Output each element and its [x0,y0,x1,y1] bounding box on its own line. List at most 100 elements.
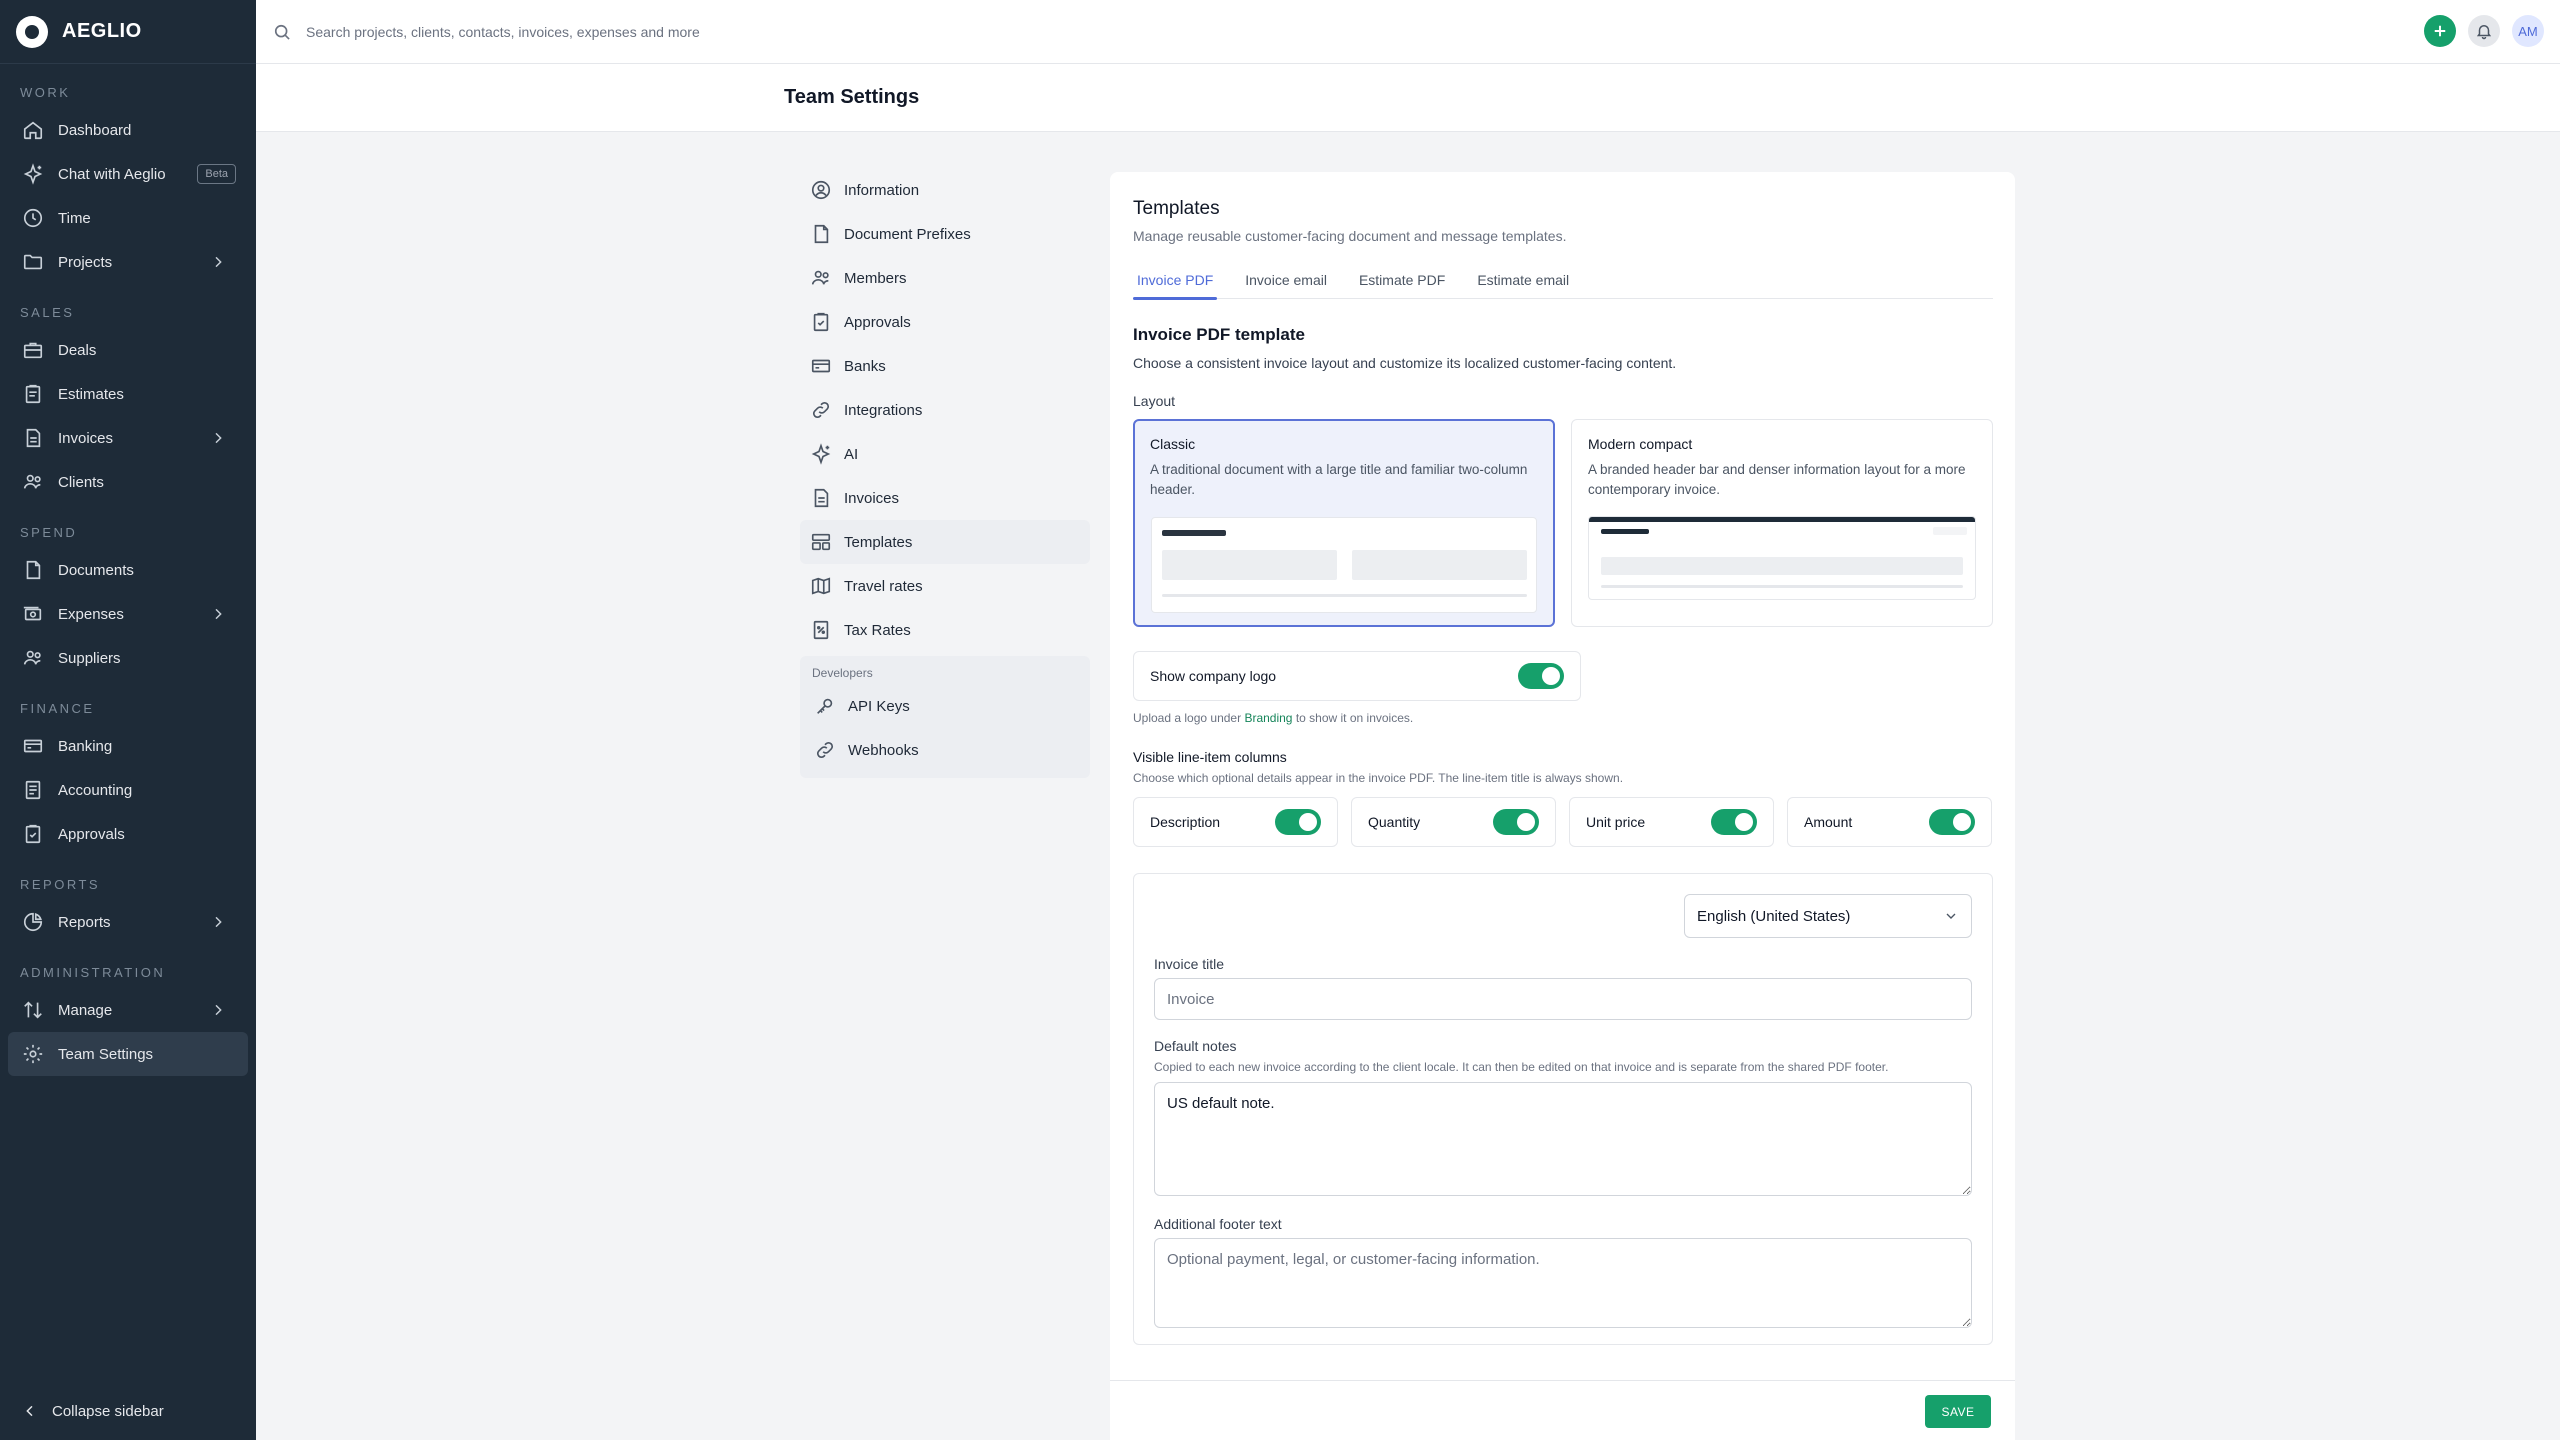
settings-item-information[interactable]: Information [800,168,1090,212]
sidebar-item-reports[interactable]: Reports [0,900,256,944]
default-notes-field: Default notes Copied to each new invoice… [1154,1038,1972,1201]
footer-text-label: Additional footer text [1154,1216,1282,1232]
search-input[interactable] [306,23,1206,40]
layout-classic-card[interactable]: Classic A traditional document with a la… [1133,419,1555,627]
show-logo-toggle[interactable] [1518,663,1564,689]
settings-item-integrations[interactable]: Integrations [800,388,1090,432]
chevron-right-icon[interactable] [210,606,226,622]
chevron-right-icon[interactable] [210,430,226,446]
classic-preview [1151,517,1537,613]
column-label: Amount [1804,814,1853,830]
topbar: AM [256,0,2560,64]
sidebar-item-team-settings[interactable]: Team Settings [8,1032,248,1076]
settings-item-templates[interactable]: Templates [800,520,1090,564]
layout-classic-description: A traditional document with a large titl… [1150,462,1528,497]
chevron-right-icon[interactable] [210,254,226,270]
chevron-left-icon [26,1405,33,1417]
nav-section-reports: REPORTS [20,877,101,892]
sidebar-item-deals[interactable]: Deals [0,328,256,372]
logo-hint-post: to show it on invoices. [1295,711,1414,725]
tab-invoice-pdf[interactable]: Invoice PDF [1133,264,1218,300]
brand-name: AEGLIO [62,20,142,42]
settings-item-members[interactable]: Members [800,256,1090,300]
nav-section-work: WORK [20,85,71,100]
settings-item-api-keys[interactable]: API Keys [800,684,1090,728]
layout-modern-description: A branded header bar and denser informat… [1588,462,1966,497]
tab-estimate-pdf[interactable]: Estimate PDF [1355,264,1449,299]
tab-estimate-email[interactable]: Estimate email [1473,264,1573,299]
templates-title: Templates [1133,198,1220,219]
quantity-toggle[interactable] [1493,809,1539,835]
settings-item-travel-rates[interactable]: Travel rates [800,564,1090,608]
sidebar-item-manage[interactable]: Manage [0,988,256,1032]
settings-menu: Information Document Prefixes Members Ap… [800,168,1090,778]
clock-icon [23,208,43,228]
sidebar-item-approvals[interactable]: Approvals [0,812,256,856]
add-button[interactable] [2424,15,2456,47]
sidebar-item-clients[interactable]: Clients [0,460,256,504]
settings-item-document-prefixes[interactable]: Document Prefixes [800,212,1090,256]
sidebar-item-estimates[interactable]: Estimates [0,372,256,416]
unit-price-toggle[interactable] [1711,809,1757,835]
default-notes-hint: Copied to each new invoice according to … [1154,1060,1889,1074]
sidebar-item-banking[interactable]: Banking [0,724,256,768]
sidebar-item-expenses[interactable]: Expenses [0,592,256,636]
sidebar-item-label: Banking [58,737,113,755]
sidebar-item-label: Expenses [58,605,124,623]
chevron-down-icon [1946,913,1956,919]
nav-section-finance: FINANCE [20,701,95,716]
folder-icon [23,254,43,270]
credit-card-icon [23,739,43,753]
column-toggles: Description Quantity Unit price Amount [1133,797,1993,847]
locale-value: English (United States) [1697,907,1851,925]
description-toggle[interactable] [1275,809,1321,835]
footer-text-textarea[interactable] [1154,1238,1972,1328]
sidebar-item-time[interactable]: Time [0,196,256,240]
layout-label: Layout [1133,393,1176,409]
column-amount: Amount [1787,797,1992,847]
sidebar-item-label: Invoices [58,429,114,447]
settings-item-banks[interactable]: Banks [800,344,1090,388]
sidebar-item-projects[interactable]: Projects [0,240,256,284]
locale-select[interactable]: English (United States) [1684,894,1972,938]
invoice-title-input[interactable] [1154,978,1972,1020]
notifications-button[interactable] [2468,15,2500,47]
logo-hint-pre: Upload a logo under [1133,711,1242,725]
invoice-title-field: Invoice title [1154,956,1972,1020]
bell-icon [2476,25,2492,40]
chevron-right-icon[interactable] [210,1002,226,1018]
settings-item-label: Document Prefixes [844,225,971,243]
nav-section-administration: ADMINISTRATION [20,965,166,980]
settings-item-label: AI [844,445,859,463]
sidebar-item-documents[interactable]: Documents [0,548,256,592]
sidebar-item-suppliers[interactable]: Suppliers [0,636,256,680]
sidebar-item-accounting[interactable]: Accounting [0,768,256,812]
settings-item-label: Banks [844,357,886,375]
collapse-sidebar-button[interactable]: Collapse sidebar [0,1382,256,1440]
home-icon [23,121,43,140]
gear-icon [23,1044,43,1064]
default-notes-textarea[interactable]: US default note. [1154,1082,1972,1196]
settings-item-approvals[interactable]: Approvals [800,300,1090,344]
tab-invoice-email[interactable]: Invoice email [1241,264,1331,299]
sidebar-item-dashboard[interactable]: Dashboard [0,108,256,152]
sidebar-item-chat[interactable]: Chat with Aeglio Beta [0,152,256,196]
branding-link[interactable]: Branding [1244,711,1292,725]
avatar[interactable]: AM [2512,15,2544,47]
save-button[interactable]: SAVE [1925,1395,1991,1428]
settings-item-webhooks[interactable]: Webhooks [800,728,1090,772]
brand[interactable]: AEGLIO [0,0,256,64]
settings-item-tax-rates[interactable]: Tax Rates [800,608,1090,652]
settings-item-invoices[interactable]: Invoices [800,476,1090,520]
settings-item-ai[interactable]: AI [800,432,1090,476]
layout-modern-card[interactable]: Modern compact A branded header bar and … [1571,419,1993,627]
settings-item-label: Webhooks [848,741,919,759]
file-text-icon [814,488,829,508]
show-logo-row: Show company logo [1133,651,1581,701]
sidebar-item-label: Projects [58,253,113,271]
user-circle-icon [811,180,831,200]
document-icon [814,224,829,244]
sidebar-item-invoices[interactable]: Invoices [0,416,256,460]
chevron-right-icon[interactable] [210,914,226,930]
amount-toggle[interactable] [1929,809,1975,835]
